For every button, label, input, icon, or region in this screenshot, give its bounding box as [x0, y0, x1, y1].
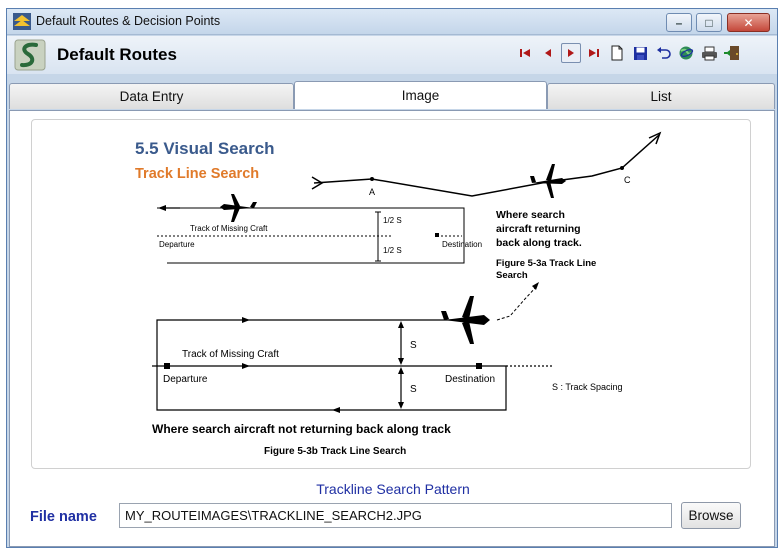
web-button[interactable]	[676, 43, 696, 63]
print-icon	[701, 46, 717, 60]
fig-a-note-line3: back along track.	[496, 237, 582, 249]
aircraft-b-icon	[441, 296, 490, 344]
fig-b-s-top-label: S	[410, 340, 417, 351]
aircraft-a-right-icon	[530, 164, 566, 198]
fig-a-note-line1: Where search	[496, 209, 565, 221]
return-flight-path	[311, 131, 662, 197]
maximize-icon: □	[705, 15, 713, 30]
file-name-label: File name	[30, 509, 97, 525]
undo-button[interactable]	[653, 43, 673, 63]
fig-b-legend: S : Track Spacing	[552, 382, 623, 392]
fig-b-departure-label: Departure	[163, 374, 208, 385]
figure-b-box	[152, 319, 552, 411]
previous-record-icon	[545, 49, 551, 57]
next-record-button[interactable]	[561, 43, 581, 63]
save-button[interactable]	[630, 43, 650, 63]
tab-strip: Data Entry List Image	[9, 81, 775, 110]
window-title: Default Routes & Decision Points	[36, 14, 221, 28]
image-caption: Trackline Search Pattern	[316, 481, 470, 497]
diagram-subheading: Track Line Search	[135, 166, 259, 182]
route-image: 5.5 Visual Search Track Line Search A C	[31, 119, 751, 469]
form-header: Default Routes	[7, 36, 777, 74]
minimize-button[interactable]: –	[666, 13, 692, 32]
web-icon	[679, 46, 694, 60]
fig-b-destination-label: Destination	[445, 374, 495, 385]
fig-b-exit-path	[496, 285, 538, 321]
undo-icon	[656, 46, 671, 59]
fig-a-caption-line2: Search	[496, 270, 528, 281]
previous-record-button[interactable]	[538, 43, 558, 63]
fig-a-track-label: Track of Missing Craft	[190, 224, 268, 233]
fig-b-track-label: Track of Missing Craft	[182, 349, 279, 360]
close-icon: ✕	[743, 15, 754, 30]
title-bar: Default Routes & Decision Points – □ ✕	[7, 9, 777, 35]
close-button[interactable]: ✕	[727, 13, 770, 32]
point-a-label: A	[369, 187, 375, 197]
app-window-icon	[13, 13, 31, 30]
minimize-icon: –	[675, 15, 683, 30]
new-record-icon	[611, 45, 623, 61]
last-record-icon	[589, 49, 599, 57]
aircraft-a-left-icon	[220, 194, 257, 222]
image-tab-panel: 5.5 Visual Search Track Line Search A C	[9, 110, 775, 547]
exit-button[interactable]	[722, 43, 742, 63]
exit-icon	[724, 46, 739, 60]
app-logo-icon	[14, 39, 46, 71]
first-record-icon	[520, 49, 530, 57]
fig-b-note: Where search aircraft not returning back…	[152, 422, 451, 436]
fig-a-note-line2: aircraft returning	[496, 223, 581, 235]
tab-data-entry[interactable]: Data Entry	[9, 83, 294, 109]
print-button[interactable]	[699, 43, 719, 63]
tab-image[interactable]: Image	[294, 81, 547, 109]
fig-a-destination-label: Destination	[442, 240, 482, 249]
form-title: Default Routes	[57, 45, 177, 64]
point-c-label: C	[624, 175, 631, 185]
fig-a-caption-line1: Figure 5-3a Track Line	[496, 258, 596, 269]
app-window: Default Routes & Decision Points – □ ✕ D…	[6, 8, 778, 548]
fig-a-half-s-bottom-label: 1/2 S	[383, 246, 402, 255]
figure-a-box	[157, 207, 465, 264]
diagram-heading: 5.5 Visual Search	[135, 139, 275, 158]
fig-b-s-bottom-label: S	[410, 384, 417, 395]
last-record-button[interactable]	[584, 43, 604, 63]
fig-a-half-s-top-label: 1/2 S	[383, 216, 402, 225]
browse-button[interactable]: Browse	[681, 502, 741, 529]
record-navigation-toolbar	[515, 43, 742, 63]
first-record-button[interactable]	[515, 43, 535, 63]
fig-b-caption: Figure 5-3b Track Line Search	[264, 446, 406, 457]
save-icon	[633, 46, 647, 60]
new-record-button[interactable]	[607, 43, 627, 63]
tab-list[interactable]: List	[547, 83, 775, 109]
maximize-button[interactable]: □	[696, 13, 722, 32]
file-name-input[interactable]	[119, 503, 672, 528]
fig-a-departure-label: Departure	[159, 240, 195, 249]
next-record-icon	[568, 49, 574, 57]
trackline-diagram: 5.5 Visual Search Track Line Search A C	[135, 131, 662, 457]
